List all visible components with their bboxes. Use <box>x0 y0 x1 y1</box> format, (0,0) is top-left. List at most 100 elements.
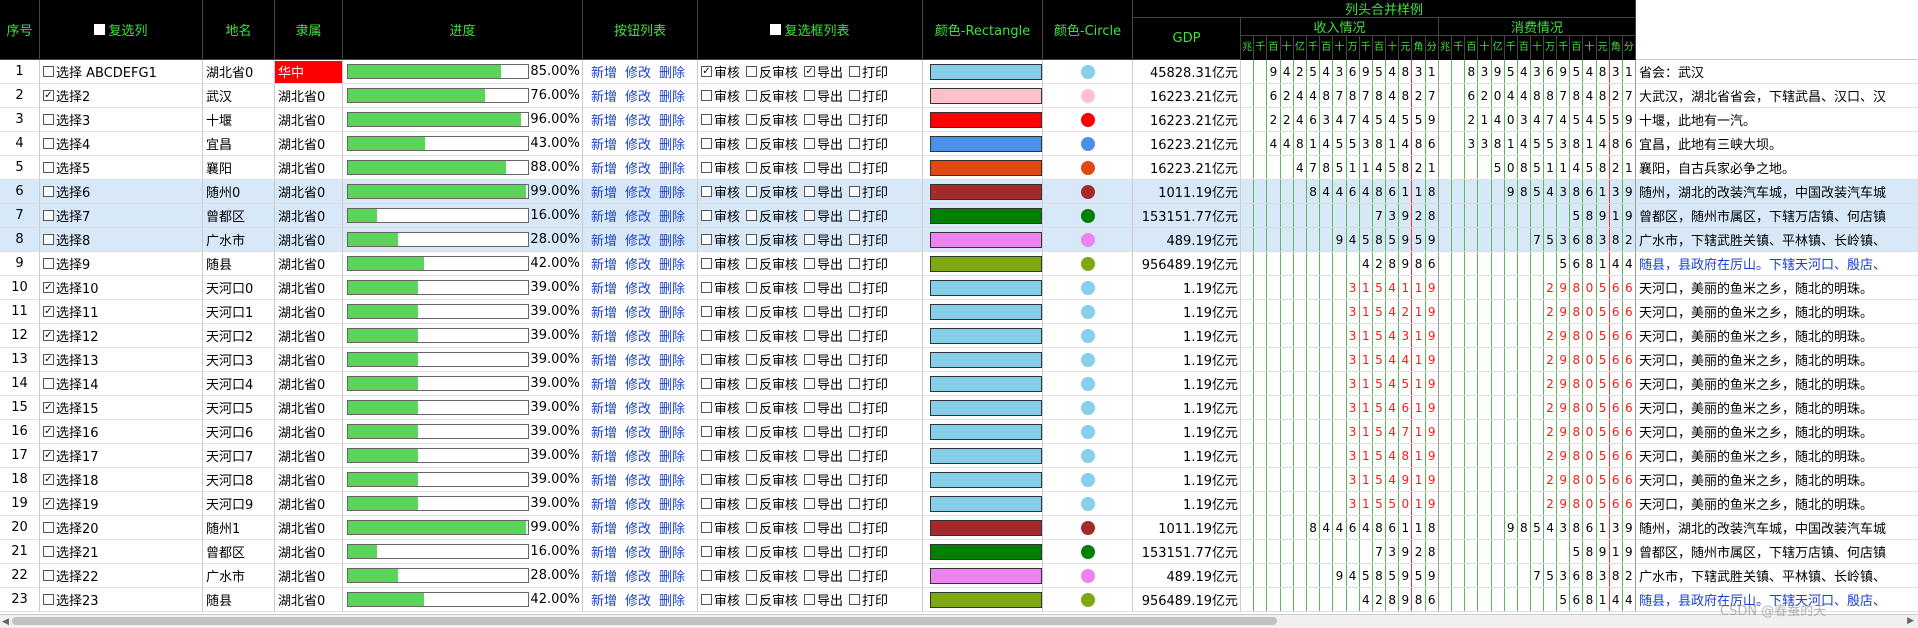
table-row[interactable]: 6 选择6 随州0 湖北省0 99.00% 新增 修改 删除 审核 反审核 导出 打印 1011.19亿… <box>0 180 1918 204</box>
audit-checkbox[interactable]: 审核 <box>701 134 740 153</box>
table-row[interactable]: 22 选择22 广水市 湖北省0 28.00% 新增 修改 删除 审核 反审核 导出 打印 489.19… <box>0 564 1918 588</box>
edit-button[interactable]: 修改 <box>625 134 651 153</box>
audit-checkbox[interactable]: 审核 <box>701 518 740 537</box>
checkbox-box[interactable] <box>701 114 712 125</box>
row-checkbox[interactable] <box>43 90 54 101</box>
checkbox-box[interactable] <box>804 66 816 77</box>
add-button[interactable]: 新增 <box>591 566 617 585</box>
checkbox-box[interactable] <box>849 66 861 77</box>
edit-button[interactable]: 修改 <box>625 302 651 321</box>
unaudit-checkbox[interactable]: 反审核 <box>746 566 798 585</box>
checkbox-box[interactable] <box>849 330 861 341</box>
checkbox-box[interactable] <box>849 450 861 461</box>
row-check-cell[interactable]: 选择20 <box>40 516 203 540</box>
checkbox-box[interactable] <box>849 402 861 413</box>
row-checkbox[interactable] <box>43 258 54 269</box>
checkbox-box[interactable] <box>746 594 758 605</box>
edit-button[interactable]: 修改 <box>625 494 651 513</box>
print-checkbox[interactable]: 打印 <box>849 110 888 129</box>
audit-checkbox[interactable]: 审核 <box>701 566 740 585</box>
checkbox-box[interactable] <box>746 90 758 101</box>
export-checkbox[interactable]: 导出 <box>804 230 843 249</box>
delete-button[interactable]: 删除 <box>659 62 685 81</box>
checkbox-box[interactable] <box>746 258 758 269</box>
checkbox-box[interactable] <box>849 354 861 365</box>
row-check-cell[interactable]: 选择7 <box>40 204 203 228</box>
add-button[interactable]: 新增 <box>591 422 617 441</box>
checkbox-box[interactable] <box>746 186 758 197</box>
checkbox-box[interactable] <box>746 522 758 533</box>
row-check-cell[interactable]: 选择9 <box>40 252 203 276</box>
checkbox-box[interactable] <box>804 594 816 605</box>
checkbox-box[interactable] <box>746 570 758 581</box>
table-row[interactable]: 10选择10天河口0湖北省039.00%新增修改删除审核反审核导出打印1.19亿… <box>0 276 1918 300</box>
unaudit-checkbox[interactable]: 反审核 <box>746 494 798 513</box>
unaudit-checkbox[interactable]: 反审核 <box>746 62 798 81</box>
edit-button[interactable]: 修改 <box>625 182 651 201</box>
table-row[interactable]: 11选择11天河口1湖北省039.00%新增修改删除审核反审核导出打印1.19亿… <box>0 300 1918 324</box>
export-checkbox[interactable]: 导出 <box>804 566 843 585</box>
audit-checkbox[interactable]: 审核 <box>701 446 740 465</box>
unaudit-checkbox[interactable]: 反审核 <box>746 446 798 465</box>
edit-button[interactable]: 修改 <box>625 374 651 393</box>
checkbox-box[interactable] <box>804 474 816 485</box>
checkbox-box[interactable] <box>849 162 861 173</box>
checkbox-box[interactable] <box>849 114 861 125</box>
print-checkbox[interactable]: 打印 <box>849 446 888 465</box>
checkbox-box[interactable] <box>701 402 712 413</box>
add-button[interactable]: 新增 <box>591 590 617 609</box>
table-row[interactable]: 14 选择14 天河口4 湖北省0 39.00% 新增 修改 删除 审核 反审核 导出 打印 1.19亿… <box>0 372 1918 396</box>
row-checkbox[interactable] <box>43 450 54 461</box>
horizontal-scrollbar[interactable]: ◀ ▶ <box>0 614 1918 628</box>
scroll-left-arrow-icon[interactable]: ◀ <box>2 617 9 627</box>
row-check-cell[interactable]: 选择21 <box>40 540 203 564</box>
checkbox-box[interactable] <box>804 138 816 149</box>
row-checkbox[interactable] <box>43 114 54 125</box>
checkbox-box[interactable] <box>746 162 758 173</box>
unaudit-checkbox[interactable]: 反审核 <box>746 470 798 489</box>
header-checklist[interactable]: 复选框列表 <box>698 0 923 60</box>
table-row[interactable]: 23 选择23 随县 湖北省0 42.00% 新增 修改 删除 审核 反审核 导出 打印 956489.… <box>0 588 1918 612</box>
row-check-cell[interactable]: 选择18 <box>40 468 203 492</box>
row-check-cell[interactable]: 选择15 <box>40 396 203 420</box>
checkbox-box[interactable] <box>804 90 816 101</box>
audit-checkbox[interactable]: 审核 <box>701 350 740 369</box>
row-check-cell[interactable]: 选择22 <box>40 564 203 588</box>
edit-button[interactable]: 修改 <box>625 590 651 609</box>
row-check-cell[interactable]: 选择12 <box>40 324 203 348</box>
row-checkbox[interactable] <box>43 498 54 509</box>
edit-button[interactable]: 修改 <box>625 86 651 105</box>
audit-checkbox[interactable]: 审核 <box>701 398 740 417</box>
checkbox-box[interactable] <box>746 66 758 77</box>
export-checkbox[interactable]: 导出 <box>804 254 843 273</box>
table-row[interactable]: 16选择16天河口6湖北省039.00%新增修改删除审核反审核导出打印1.19亿… <box>0 420 1918 444</box>
row-check-cell[interactable]: 选择14 <box>40 372 203 396</box>
header-circle[interactable]: 颜色-Circle <box>1043 0 1133 60</box>
unaudit-checkbox[interactable]: 反审核 <box>746 590 798 609</box>
unaudit-checkbox[interactable]: 反审核 <box>746 134 798 153</box>
scroll-right-arrow-icon[interactable]: ▶ <box>1907 616 1914 626</box>
delete-button[interactable]: 删除 <box>659 326 685 345</box>
unaudit-checkbox[interactable]: 反审核 <box>746 350 798 369</box>
edit-button[interactable]: 修改 <box>625 518 651 537</box>
checkbox-box[interactable] <box>701 378 712 389</box>
row-checkbox[interactable] <box>43 474 54 485</box>
unaudit-checkbox[interactable]: 反审核 <box>746 422 798 441</box>
export-checkbox[interactable]: 导出 <box>804 494 843 513</box>
checkbox-box[interactable] <box>804 378 816 389</box>
delete-button[interactable]: 删除 <box>659 518 685 537</box>
edit-button[interactable]: 修改 <box>625 110 651 129</box>
edit-button[interactable]: 修改 <box>625 398 651 417</box>
export-checkbox[interactable]: 导出 <box>804 110 843 129</box>
checkbox-box[interactable] <box>849 234 861 245</box>
checkbox-box[interactable] <box>701 570 712 581</box>
export-checkbox[interactable]: 导出 <box>804 398 843 417</box>
checkbox-box[interactable] <box>804 210 816 221</box>
row-checkbox[interactable] <box>43 162 54 173</box>
print-checkbox[interactable]: 打印 <box>849 278 888 297</box>
table-row[interactable]: 1选择 ABCDEFG1湖北省0华中85.00%新增修改删除审核反审核导出打印4… <box>0 60 1918 84</box>
unaudit-checkbox[interactable]: 反审核 <box>746 206 798 225</box>
print-checkbox[interactable]: 打印 <box>849 182 888 201</box>
edit-button[interactable]: 修改 <box>625 254 651 273</box>
edit-button[interactable]: 修改 <box>625 206 651 225</box>
